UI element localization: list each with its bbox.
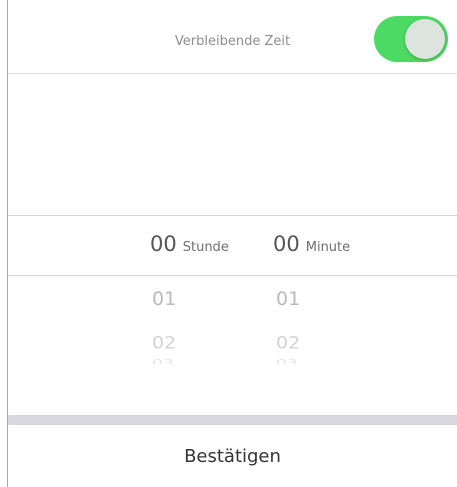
hours-option[interactable]: 03 [152, 358, 174, 364]
minutes-selected-value: 00 [273, 232, 300, 256]
confirm-button[interactable]: Bestätigen [8, 425, 457, 487]
hours-option[interactable]: 02 [152, 333, 176, 353]
toggle-knob[interactable] [405, 19, 445, 59]
remaining-time-screen: Verbleibende Zeit 00 Stunde 00 Minute 01… [0, 0, 457, 487]
minutes-selected-row[interactable]: 00 Minute [273, 232, 350, 262]
minutes-option[interactable]: 02 [276, 333, 300, 353]
minutes-unit-label: Minute [305, 240, 351, 255]
hours-selected-value: 00 [150, 232, 177, 256]
picker-selection-top-line [8, 215, 457, 216]
hours-selected-row[interactable]: 00 Stunde [150, 232, 229, 262]
hours-unit-label: Stunde [182, 240, 229, 255]
header: Verbleibende Zeit [8, 0, 457, 74]
minutes-option[interactable]: 01 [276, 288, 300, 310]
footer-divider-band [8, 415, 457, 425]
remaining-time-toggle[interactable] [374, 16, 448, 62]
picker-selection-bottom-line [8, 275, 457, 276]
hours-option[interactable]: 01 [152, 288, 176, 310]
minutes-option[interactable]: 03 [276, 358, 298, 364]
